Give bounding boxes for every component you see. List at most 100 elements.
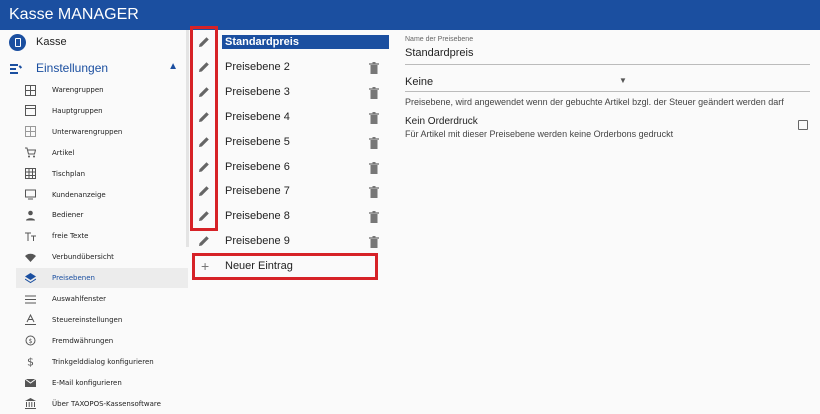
sidebar-item-10[interactable]: Auswahlfenster (16, 289, 188, 309)
trash-icon[interactable] (369, 185, 379, 199)
wifi-icon (24, 251, 36, 263)
no-order-title: Kein Orderdruck (405, 116, 478, 127)
sidebar-item-4[interactable]: Tischplan (16, 164, 188, 184)
dollar-icon: $ (24, 356, 36, 368)
sidebar-item-label: Steuereinstellungen (52, 315, 123, 324)
list-item[interactable]: Preisebene 5 (188, 130, 395, 155)
sidebar-item-0[interactable]: Warengruppen (16, 80, 188, 100)
currency-exchange-icon: $ (24, 335, 36, 347)
bank-icon (24, 398, 36, 410)
list-item-label: Preisebene 3 (225, 85, 290, 98)
sidebar-item-8[interactable]: Verbundübersicht (16, 247, 188, 267)
sidebar-item-2[interactable]: Unterwarengruppen (16, 122, 188, 142)
svg-text:$: $ (27, 356, 34, 367)
trash-icon[interactable] (369, 86, 379, 99)
list-item-label: Preisebene 6 (225, 160, 290, 173)
list-item[interactable]: Preisebene 6 (188, 155, 395, 180)
sidebar-item-3[interactable]: Artikel (16, 143, 188, 163)
register-icon (9, 33, 26, 51)
trash-icon[interactable] (369, 235, 379, 249)
name-field[interactable]: Standardpreis (405, 47, 474, 59)
chevron-up-icon: ▲ (168, 61, 178, 72)
sidebar-item-label: Bediener (52, 211, 84, 220)
list-item[interactable]: Preisebene 3 (188, 80, 395, 105)
sidebar-item-label: Fremdwährungen (52, 336, 114, 345)
no-order-checkbox[interactable] (798, 120, 808, 130)
mail-icon (24, 377, 36, 389)
sidebar-section-label: Einstellungen (36, 61, 109, 75)
list-item-label: Preisebene 8 (225, 210, 290, 223)
edit-icons-highlight (190, 26, 218, 231)
app-header: Kasse MANAGER (0, 0, 820, 30)
name-field-underline (405, 64, 810, 65)
sidebar-item-kasse[interactable]: Kasse (0, 30, 188, 54)
sidebar-item-label: Kasse (36, 36, 67, 48)
subgrid-icon (24, 126, 36, 138)
list-item-label: Preisebene 4 (225, 110, 290, 123)
new-entry-label: Neuer Eintrag (225, 260, 293, 272)
text-icon (24, 230, 36, 242)
sidebar-item-label: Über TAXOPOS-Kassensoftware (52, 399, 161, 408)
no-order-description: Für Artikel mit dieser Preisebene werden… (405, 129, 674, 139)
sidebar-item-14[interactable]: E-Mail konfigurieren (16, 373, 188, 393)
sidebar-item-label: freie Texte (52, 232, 89, 241)
list-item-label: Preisebene 9 (225, 235, 290, 248)
table-grid-icon (24, 168, 36, 180)
sidebar-item-label: E-Mail konfigurieren (52, 378, 122, 387)
list-item[interactable]: Preisebene 7 (188, 179, 395, 204)
list-item-label: Preisebene 2 (225, 60, 290, 73)
list-item[interactable]: Preisebene 4 (188, 105, 395, 130)
list-item-label: Standardpreis (222, 35, 389, 49)
name-field-label: Name der Preisebene (405, 36, 474, 43)
sidebar-item-6[interactable]: Bediener (16, 205, 188, 225)
trash-icon[interactable] (369, 210, 379, 224)
trash-icon[interactable] (369, 111, 379, 124)
trash-icon[interactable] (369, 161, 379, 174)
sidebar-item-label: Trinkgelddialog konfigurieren (52, 357, 154, 366)
sidebar-item-label: Hauptgruppen (52, 106, 103, 115)
list-item-label: Preisebene 5 (225, 135, 290, 148)
list-item-label: Preisebene 7 (225, 185, 290, 198)
grid-icon (24, 84, 36, 96)
sidebar-item-label: Preisebenen (52, 274, 95, 283)
sidebar-item-9[interactable]: Preisebenen (16, 268, 188, 289)
app-title: Kasse MANAGER (9, 6, 139, 23)
sidebar-item-label: Tischplan (52, 169, 86, 178)
window-icon (24, 105, 36, 117)
tax-icon (24, 314, 36, 326)
sidebar-item-label: Unterwarengruppen (52, 127, 123, 136)
pencil-icon[interactable] (198, 234, 212, 248)
new-entry-button[interactable]: + Neuer Eintrag (192, 253, 378, 280)
sidebar-item-11[interactable]: Steuereinstellungen (16, 310, 188, 330)
sidebar-item-13[interactable]: $ Trinkgelddialog konfigurieren (16, 352, 188, 372)
sidebar: Kasse Einstellungen ▲ Warengruppen Hauptg… (0, 30, 188, 412)
sidebar-item-12[interactable]: $ Fremdwährungen (16, 331, 188, 351)
sidebar-item-label: Verbundübersicht (52, 253, 114, 262)
list-item[interactable]: Preisebene 2 (188, 55, 395, 80)
sidebar-item-1[interactable]: Hauptgruppen (16, 101, 188, 121)
sidebar-section-einstellungen[interactable]: Einstellungen ▲ (0, 57, 188, 79)
sidebar-item-5[interactable]: Kundenanzeige (16, 185, 188, 205)
plus-icon: + (201, 258, 210, 274)
trash-icon[interactable] (369, 61, 379, 74)
svg-text:$: $ (28, 338, 32, 345)
select-underline (405, 91, 810, 92)
person-icon (24, 209, 36, 221)
price-level-select[interactable]: Keine (405, 76, 433, 88)
sidebar-item-15[interactable]: Über TAXOPOS-Kassensoftware (16, 394, 188, 414)
select-help-text: Preisebene, wird angewendet wenn der geb… (405, 97, 784, 107)
sidebar-item-label: Auswahlfenster (52, 295, 107, 303)
dropdown-arrow-icon[interactable]: ▼ (619, 76, 627, 85)
layers-icon (24, 272, 36, 284)
list-item[interactable]: Preisebene 8 (188, 204, 395, 229)
list-item[interactable]: Standardpreis (188, 30, 395, 55)
list-item[interactable]: Preisebene 9 (188, 229, 395, 254)
menu-lines-icon (24, 293, 36, 305)
trash-icon[interactable] (369, 136, 379, 149)
sidebar-item-label: Artikel (52, 148, 75, 157)
detail-panel: Name der Preisebene Standardpreis Keine … (395, 30, 820, 412)
sidebar-item-7[interactable]: freie Texte (16, 226, 188, 246)
price-level-list: Standardpreis Preisebene 2 Preisebene 3 Pre… (188, 30, 395, 412)
sidebar-item-label: Warengruppen (52, 86, 104, 94)
sidebar-item-label: Kundenanzeige (52, 190, 106, 199)
